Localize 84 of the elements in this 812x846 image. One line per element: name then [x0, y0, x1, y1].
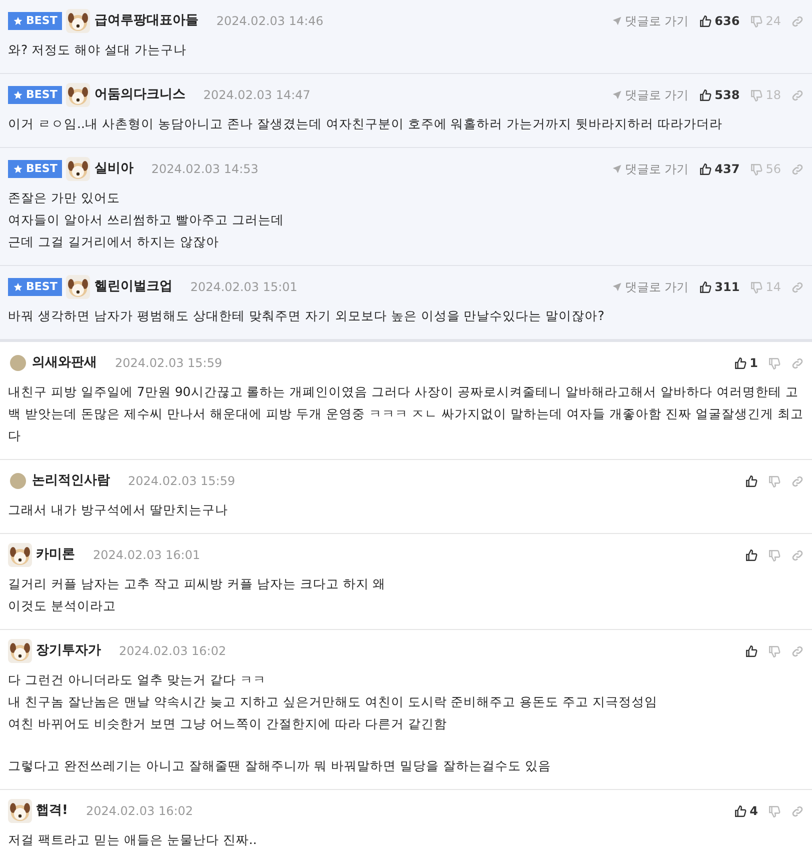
send-icon	[612, 90, 622, 100]
thumbs-up-icon	[745, 548, 758, 562]
comment-text: 이거 ㄹㅇ임..내 사촌형이 농담아니고 존나 잘생겼는데 여자친구분이 호주에 워홀하러 가는거까지 뒷바라지하러 따라가더라	[8, 115, 724, 133]
author-name[interactable]: 어둠의다크니스	[94, 85, 186, 105]
thumbs-down-icon	[768, 548, 781, 562]
like-count: 4	[750, 803, 758, 820]
comment-text: 바꿔 생각하면 남자가 평범해도 상대한테 맞춰주면 자기 외모보다 높은 이성을 만날수있다는 말이잖아?	[8, 307, 606, 325]
link-icon[interactable]	[791, 548, 804, 562]
dislike-count: 24	[766, 13, 781, 30]
author-name[interactable]: 헬린이벌크업	[94, 277, 172, 297]
thumbs-down-icon	[750, 88, 763, 102]
best-badge: BEST	[8, 160, 62, 178]
timestamp: 2024.02.03 14:46	[216, 13, 324, 30]
thumbs-down-icon	[768, 356, 781, 370]
dislike-count: 56	[766, 161, 781, 178]
comment-text: 존잘은 가만 있어도	[8, 189, 121, 207]
comment-text: 내 친구놈 잘난놈은 맨날 약속시간 늦고 지하고 싶은거만해도 여친이 도시락 준비해주고 용돈도 주고 지극정성임	[8, 693, 659, 711]
author-name[interactable]: 햅격!	[36, 801, 68, 821]
star-icon	[13, 164, 23, 174]
thumbs-up-icon	[698, 280, 712, 294]
comment-text: 다 그런건 아니더라도 얼추 맞는거 같다 ㅋㅋ	[8, 671, 267, 689]
author-name[interactable]: 논리적인사람	[32, 471, 110, 491]
link-icon[interactable]	[791, 88, 804, 102]
comment-text: 그래서 내가 방구석에서 딸만치는구나	[8, 501, 229, 519]
thumbs-down-icon	[750, 280, 763, 294]
comment-text: 여친 바뀌어도 비슷한거 보면 그냥 어느쪽이 간절한지에 따라 다른거 같긴함	[8, 715, 448, 733]
timestamp: 2024.02.03 15:59	[128, 473, 236, 490]
like-count: 538	[714, 87, 740, 104]
star-icon	[13, 90, 23, 100]
comment-text: 그렇다고 완전쓰레기는 아니고 잘해줄땐 잘해주니까 뭐 바꿔말하면 밀당을 잘하는걸수도 있음	[8, 757, 552, 775]
author-name[interactable]: 의새와판새	[32, 353, 97, 373]
link-icon[interactable]	[791, 162, 804, 176]
dislike-count: 14	[766, 279, 781, 296]
best-badge: BEST	[8, 86, 62, 104]
like-count: 1	[750, 355, 758, 372]
thumbs-down-icon	[768, 804, 781, 818]
star-icon	[13, 16, 23, 26]
thumbs-up-icon	[698, 88, 712, 102]
comment-text: 여자들이 알아서 쓰리썸하고 빨아주고 그러는데	[8, 211, 285, 229]
comment-text: 와? 저정도 해야 설대 가는구나	[8, 41, 188, 59]
timestamp: 2024.02.03 14:47	[203, 87, 310, 104]
like-count: 437	[714, 161, 740, 178]
send-icon	[612, 16, 622, 26]
timestamp: 2024.02.03 16:01	[93, 547, 200, 564]
thumbs-up-icon	[745, 474, 758, 488]
comment-text: 근데 그걸 길거리에서 하지는 않잖아	[8, 233, 220, 251]
star-icon	[13, 282, 23, 292]
like-count: 636	[714, 13, 740, 30]
send-icon	[612, 164, 622, 174]
timestamp: 2024.02.03 14:53	[151, 161, 258, 178]
thumbs-down-icon	[768, 474, 781, 488]
timestamp: 2024.02.03 16:02	[119, 643, 226, 660]
avatar-icon	[10, 473, 26, 489]
author-name[interactable]: 실비아	[94, 159, 134, 179]
link-icon[interactable]	[791, 644, 804, 658]
comment-text: 내친구 피방 일주일에 7만원 90시간끊고 롤하는 개폐인이였음 그러다 사장이 공짜로시켜줄테니 알바해라고해서 알바하다 여러명한테 고백 받앗는데 돈많은 제수씨 만나서 해운대에 피방 두개 운영중 ㅋㅋㅋ ㅈㄴ 싸가지없이 말하는데 여자들 개좋아함 진짜 얼굴잘생긴게 최고다	[8, 383, 804, 445]
thumbs-up-icon	[734, 804, 747, 818]
thumbs-up-icon	[734, 356, 747, 370]
timestamp: 2024.02.03 15:01	[190, 279, 298, 296]
author-name[interactable]: 급여루팡대표아들	[94, 11, 198, 31]
thumbs-up-icon	[745, 644, 758, 658]
comment-text: 이것도 분석이라고	[8, 597, 117, 615]
send-icon	[612, 282, 622, 292]
avatar-icon	[10, 355, 26, 371]
link-icon[interactable]	[791, 474, 804, 488]
thumbs-up-icon	[698, 14, 712, 28]
best-badge: BEST	[8, 278, 62, 296]
author-name[interactable]: 장기투자가	[36, 641, 101, 661]
thumbs-down-icon	[768, 644, 781, 658]
author-name[interactable]: 카미론	[36, 545, 75, 565]
thumbs-down-icon	[750, 14, 763, 28]
thumbs-down-icon	[750, 162, 763, 176]
best-badge: BEST	[8, 12, 62, 30]
link-icon[interactable]	[791, 280, 804, 294]
link-icon[interactable]	[791, 356, 804, 370]
comment-text: 저걸 팩트라고 믿는 애들은 눈물난다 진짜..	[8, 831, 258, 846]
timestamp: 2024.02.03 15:59	[115, 355, 222, 372]
comment-text: 길거리 커플 남자는 고추 작고 피씨방 커플 남자는 크다고 하지 왜	[8, 575, 387, 593]
dislike-count: 18	[766, 87, 781, 104]
link-icon[interactable]	[791, 804, 804, 818]
timestamp: 2024.02.03 16:02	[86, 803, 194, 820]
link-icon[interactable]	[791, 14, 804, 28]
thumbs-up-icon	[698, 162, 712, 176]
like-count: 311	[714, 279, 740, 296]
